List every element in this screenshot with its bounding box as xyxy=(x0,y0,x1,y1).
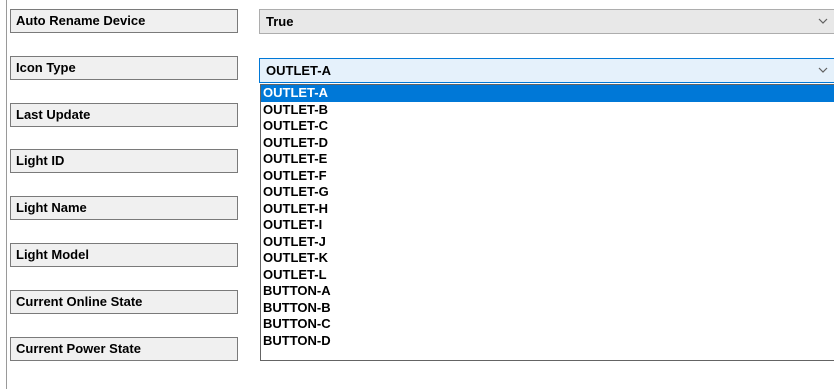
label-light-name: Light Name xyxy=(10,196,238,220)
dropdown-option[interactable]: OUTLET-C xyxy=(261,118,834,135)
dropdown-option[interactable]: OUTLET-H xyxy=(261,201,834,218)
dropdown-option[interactable]: OUTLET-I xyxy=(261,217,834,234)
label-current-power-state: Current Power State xyxy=(10,337,238,361)
label-last-update: Last Update xyxy=(10,103,238,127)
dropdown-option[interactable]: BUTTON-A xyxy=(261,283,834,300)
dropdown-option[interactable]: OUTLET-B xyxy=(261,102,834,119)
dropdown-option[interactable]: OUTLET-F xyxy=(261,168,834,185)
dropdown-option[interactable]: OUTLET-J xyxy=(261,234,834,251)
label-icon-type: Icon Type xyxy=(10,56,238,80)
dropdown-option[interactable]: BUTTON-D xyxy=(261,333,834,350)
properties-panel: Auto Rename Device Icon Type Last Update… xyxy=(0,0,834,389)
dropdown-option[interactable]: OUTLET-L xyxy=(261,267,834,284)
panel-left-border xyxy=(6,0,7,389)
label-auto-rename-device: Auto Rename Device xyxy=(10,9,238,33)
icon-type-dropdown-list: OUTLET-A OUTLET-B OUTLET-C OUTLET-D OUTL… xyxy=(260,84,834,361)
icon-type-select[interactable]: OUTLET-A xyxy=(259,58,834,83)
dropdown-option[interactable]: OUTLET-D xyxy=(261,135,834,152)
auto-rename-device-value: True xyxy=(266,14,294,29)
icon-type-value: OUTLET-A xyxy=(266,63,331,78)
chevron-down-icon[interactable] xyxy=(818,66,828,74)
chevron-down-icon[interactable] xyxy=(818,17,828,25)
dropdown-option[interactable]: OUTLET-E xyxy=(261,151,834,168)
label-light-id: Light ID xyxy=(10,149,238,173)
dropdown-option[interactable]: BUTTON-B xyxy=(261,300,834,317)
auto-rename-device-select[interactable]: True xyxy=(259,9,834,34)
dropdown-option[interactable]: OUTLET-K xyxy=(261,250,834,267)
label-light-model: Light Model xyxy=(10,243,238,267)
dropdown-option[interactable]: OUTLET-G xyxy=(261,184,834,201)
dropdown-option[interactable]: BUTTON-C xyxy=(261,316,834,333)
label-current-online-state: Current Online State xyxy=(10,290,238,314)
dropdown-option[interactable]: OUTLET-A xyxy=(261,85,834,102)
